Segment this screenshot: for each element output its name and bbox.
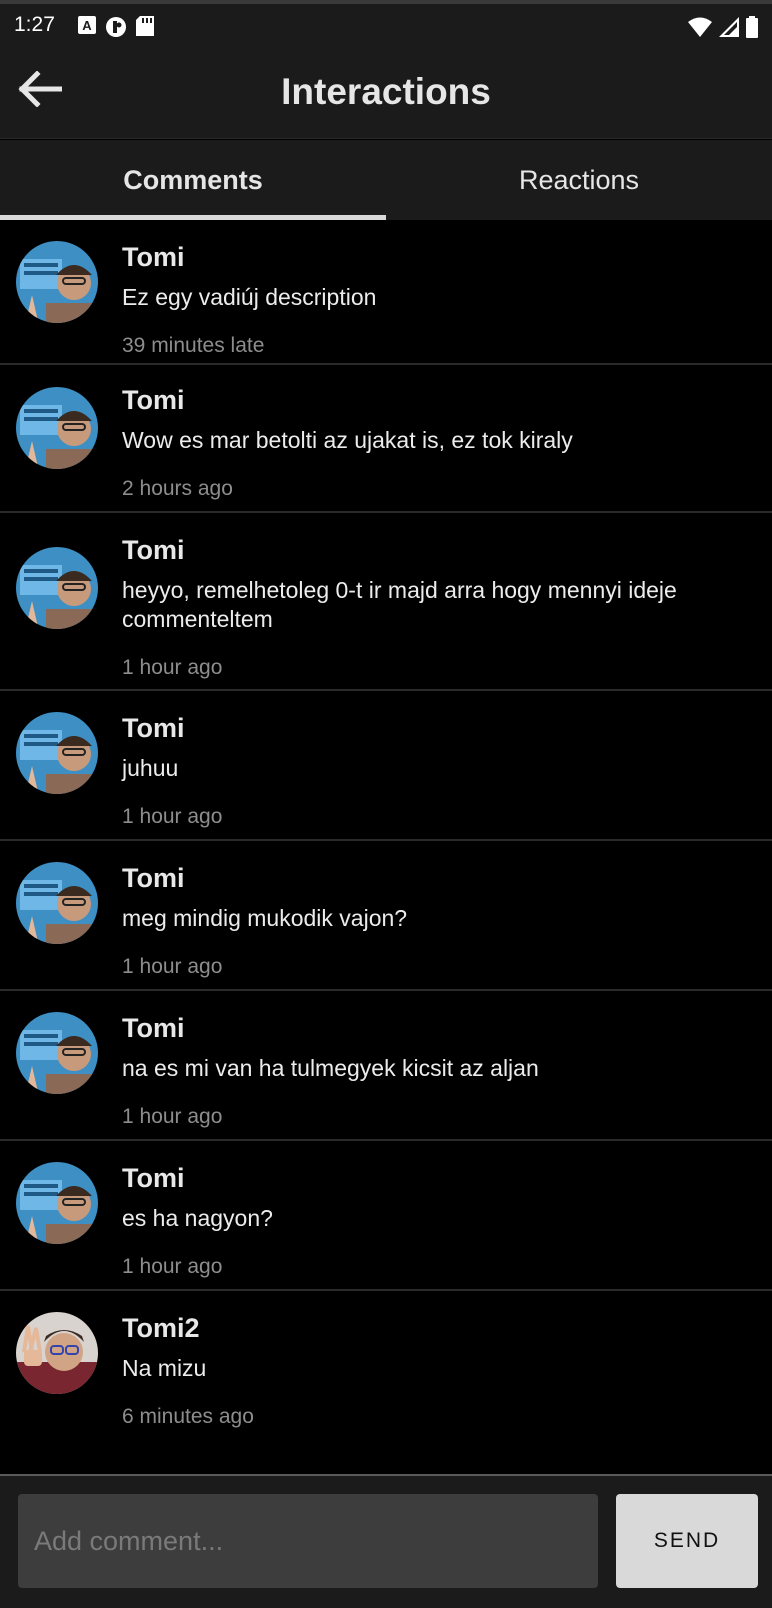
font-a-icon: A [78, 16, 96, 43]
comment-text: juhuu [122, 755, 179, 781]
tab-comments[interactable]: Comments [0, 140, 386, 220]
avatar [16, 712, 98, 794]
page-title: Interactions [281, 71, 491, 112]
comment-author: Tomi [122, 535, 185, 565]
wifi-icon [688, 17, 712, 42]
comment-author: Tomi2 [122, 1313, 200, 1343]
comment-time: 2 hours ago [122, 477, 233, 500]
tab-reactions[interactable]: Reactions [386, 140, 772, 220]
sd-card-icon [136, 16, 154, 43]
list-item: Tomi juhuu 1 hour ago [0, 691, 772, 841]
comment-text: Wow es mar betolti az ujakat is, ez tok … [122, 427, 573, 453]
list-item: Tomi na es mi van ha tulmegyek kicsit az… [0, 991, 772, 1141]
list-item: Tomi es ha nagyon? 1 hour ago [0, 1141, 772, 1291]
list-item: Tomi heyyo, remelhetoleg 0-t ir majd arr… [0, 513, 772, 691]
comment-text: heyyo, remelhetoleg 0-t ir majd arra hog… [122, 577, 677, 632]
list-item: Tomi meg mindig mukodik vajon? 1 hour ag… [0, 841, 772, 991]
comment-time: 39 minutes late [122, 334, 265, 357]
comment-composer: SEND [0, 1474, 772, 1608]
status-icons-left: A [78, 16, 154, 43]
comment-time: 1 hour ago [122, 1255, 223, 1278]
send-button[interactable]: SEND [616, 1494, 758, 1588]
tab-bar: Comments Reactions [0, 140, 772, 220]
status-bar: 1:27 A [0, 0, 772, 45]
list-item: Tomi Wow es mar betolti az ujakat is, ez… [0, 365, 772, 513]
comment-input[interactable] [18, 1494, 598, 1588]
status-icons-right [688, 16, 758, 43]
avatar [16, 241, 98, 323]
avatar [16, 1162, 98, 1244]
comment-time: 1 hour ago [122, 955, 223, 978]
list-item: Tomi Ez egy vadiúj description 39 minute… [0, 220, 772, 365]
comment-list[interactable]: Tomi Ez egy vadiúj description 39 minute… [0, 220, 772, 1474]
app-bar: Interactions [0, 45, 772, 139]
comment-time: 1 hour ago [122, 1105, 223, 1128]
avatar [16, 1312, 98, 1394]
battery-icon [746, 16, 758, 43]
comment-author: Tomi [122, 242, 185, 272]
svg-text:A: A [82, 18, 92, 33]
comment-author: Tomi [122, 713, 185, 743]
comment-text: es ha nagyon? [122, 1205, 273, 1231]
cell-signal-icon [719, 17, 739, 42]
comment-text: na es mi van ha tulmegyek kicsit az alja… [122, 1055, 539, 1081]
avatar [16, 547, 98, 629]
comment-text: Ez egy vadiúj description [122, 284, 377, 310]
avatar [16, 862, 98, 944]
eye-badge-icon [105, 16, 127, 43]
comment-author: Tomi [122, 385, 185, 415]
comment-time: 1 hour ago [122, 656, 223, 679]
status-time: 1:27 [14, 13, 55, 36]
list-item: Tomi2 Na mizu 6 minutes ago [0, 1291, 772, 1441]
comment-time: 1 hour ago [122, 805, 223, 828]
comment-author: Tomi [122, 1013, 185, 1043]
avatar [16, 1012, 98, 1094]
comment-author: Tomi [122, 1163, 185, 1193]
comment-text: Na mizu [122, 1355, 207, 1381]
comment-time: 6 minutes ago [122, 1405, 254, 1428]
avatar [16, 387, 98, 469]
comment-text: meg mindig mukodik vajon? [122, 905, 408, 931]
comment-author: Tomi [122, 863, 185, 893]
